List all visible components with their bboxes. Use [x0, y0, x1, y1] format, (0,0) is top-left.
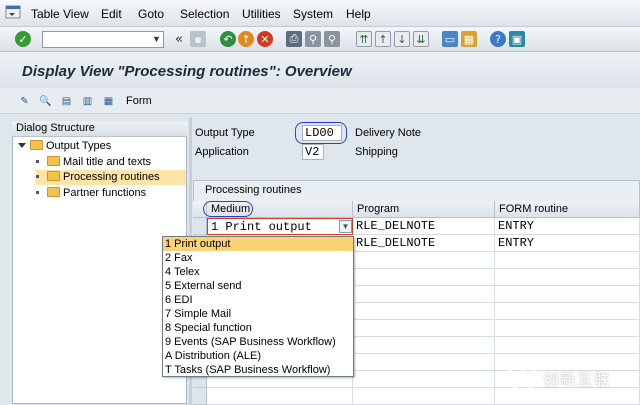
watermark-text: 创新互联: [543, 370, 612, 389]
dropdown-option[interactable]: A Distribution (ALE): [163, 349, 353, 363]
menu-help[interactable]: Help: [346, 7, 371, 21]
form-routine-cell[interactable]: [495, 337, 640, 354]
medium-cell[interactable]: [207, 388, 353, 405]
program-cell[interactable]: [353, 371, 495, 388]
tree-node-mail-title[interactable]: Mail title and texts: [36, 155, 151, 170]
output-type-description: Delivery Note: [355, 127, 422, 139]
form-routine-cell[interactable]: [495, 286, 640, 303]
cancel-icon[interactable]: ✕: [257, 31, 273, 47]
dropdown-option[interactable]: 7 Simple Mail: [163, 307, 353, 321]
program-cell[interactable]: [353, 337, 495, 354]
output-type-label: Output Type: [195, 127, 255, 139]
command-field[interactable]: [42, 31, 164, 48]
program-cell[interactable]: [353, 303, 495, 320]
change-display-icon[interactable]: ✎: [17, 94, 32, 108]
tree-node-output-types[interactable]: Output Types: [18, 139, 111, 154]
customize-layout-icon[interactable]: ▣: [509, 31, 525, 47]
dropdown-option[interactable]: 6 EDI: [163, 293, 353, 307]
bullet-icon: [36, 175, 39, 178]
enter-icon[interactable]: ✓: [15, 31, 31, 47]
annotation-oval: [203, 201, 253, 217]
program-cell[interactable]: [353, 269, 495, 286]
page-title: Display View "Processing routines": Over…: [22, 63, 352, 80]
application-label: Application: [195, 146, 249, 158]
form-routine-cell[interactable]: [495, 252, 640, 269]
dropdown-option[interactable]: T Tasks (SAP Business Workflow): [163, 363, 353, 377]
menu-goto[interactable]: Goto: [138, 7, 164, 21]
details-icon[interactable]: 🔍: [38, 94, 53, 108]
dialog-structure-header: Dialog Structure: [12, 121, 187, 137]
back-icon[interactable]: ↶: [220, 31, 236, 47]
program-cell[interactable]: RLE_DELNOTE: [353, 235, 495, 252]
folder-icon: [30, 140, 43, 150]
program-cell[interactable]: [353, 320, 495, 337]
dropdown-option[interactable]: 8 Special function: [163, 321, 353, 335]
back-arrows-icon[interactable]: «: [171, 31, 187, 47]
dropdown-option[interactable]: 9 Events (SAP Business Workflow): [163, 335, 353, 349]
medium-dropdown-button[interactable]: ▼: [339, 220, 352, 233]
dropdown-option[interactable]: 4 Telex: [163, 265, 353, 279]
bullet-icon: [36, 191, 39, 194]
find-next-icon[interactable]: ⚲: [324, 31, 340, 47]
bullet-icon: [36, 160, 39, 163]
column-header-form-routine[interactable]: FORM routine: [495, 201, 640, 218]
application-toolbar: [0, 88, 640, 114]
form-button[interactable]: Form: [126, 95, 152, 107]
dropdown-option[interactable]: 5 External send: [163, 279, 353, 293]
menu-edit[interactable]: Edit: [101, 7, 122, 21]
next-page-icon[interactable]: ↓: [394, 31, 410, 47]
print-icon[interactable]: ⎙: [286, 31, 302, 47]
program-cell[interactable]: [353, 354, 495, 371]
find-icon[interactable]: ⚲: [305, 31, 321, 47]
menu-utilities[interactable]: Utilities: [242, 7, 281, 21]
exit-icon[interactable]: ↑: [238, 31, 254, 47]
watermark-logo: 创新互联: [505, 358, 640, 394]
form-routine-cell[interactable]: [495, 320, 640, 337]
shortcut-icon[interactable]: ▦: [461, 31, 477, 47]
help-icon[interactable]: ?: [490, 31, 506, 47]
row-selector[interactable]: [193, 388, 207, 405]
annotation-oval: [295, 122, 347, 144]
application-field: V2: [302, 144, 324, 160]
command-dropdown-icon[interactable]: ▼: [150, 32, 163, 47]
expand-icon[interactable]: [18, 143, 26, 148]
folder-icon: [47, 156, 60, 166]
program-cell[interactable]: [353, 252, 495, 269]
form-routine-cell[interactable]: [495, 303, 640, 320]
deselect-all-icon[interactable]: ▦: [101, 94, 116, 108]
tree-node-processing-routines[interactable]: Processing routines: [36, 170, 186, 185]
dropdown-option[interactable]: 2 Fax: [163, 251, 353, 265]
menu-selection[interactable]: Selection: [180, 7, 229, 21]
prev-page-icon[interactable]: ↑: [375, 31, 391, 47]
first-page-icon[interactable]: ⇈: [356, 31, 372, 47]
menu-table-view[interactable]: Table View: [31, 7, 89, 21]
sap-menu-icon[interactable]: [5, 4, 23, 20]
tree-node-partner-functions[interactable]: Partner functions: [36, 186, 146, 201]
program-cell[interactable]: RLE_DELNOTE: [353, 218, 495, 235]
table-title: Processing routines: [205, 184, 302, 196]
folder-icon: [47, 187, 60, 197]
folder-icon: [47, 171, 60, 181]
form-routine-cell[interactable]: [495, 269, 640, 286]
row-selector[interactable]: [193, 218, 207, 235]
form-routine-cell[interactable]: ENTRY: [495, 235, 640, 252]
select-all-icon[interactable]: ▤: [59, 94, 74, 108]
last-page-icon[interactable]: ⇊: [413, 31, 429, 47]
form-routine-cell[interactable]: ENTRY: [495, 218, 640, 235]
program-cell[interactable]: [353, 286, 495, 303]
save-icon[interactable]: ▪: [190, 31, 206, 47]
application-description: Shipping: [355, 146, 398, 158]
select-block-icon[interactable]: ▥: [80, 94, 95, 108]
menu-system[interactable]: System: [293, 7, 333, 21]
program-cell[interactable]: [353, 388, 495, 405]
dropdown-option[interactable]: 1 Print output: [163, 237, 353, 251]
new-session-icon[interactable]: ▭: [442, 31, 458, 47]
column-header-program[interactable]: Program: [353, 201, 495, 218]
medium-cell[interactable]: 1 Print output: [207, 218, 353, 235]
